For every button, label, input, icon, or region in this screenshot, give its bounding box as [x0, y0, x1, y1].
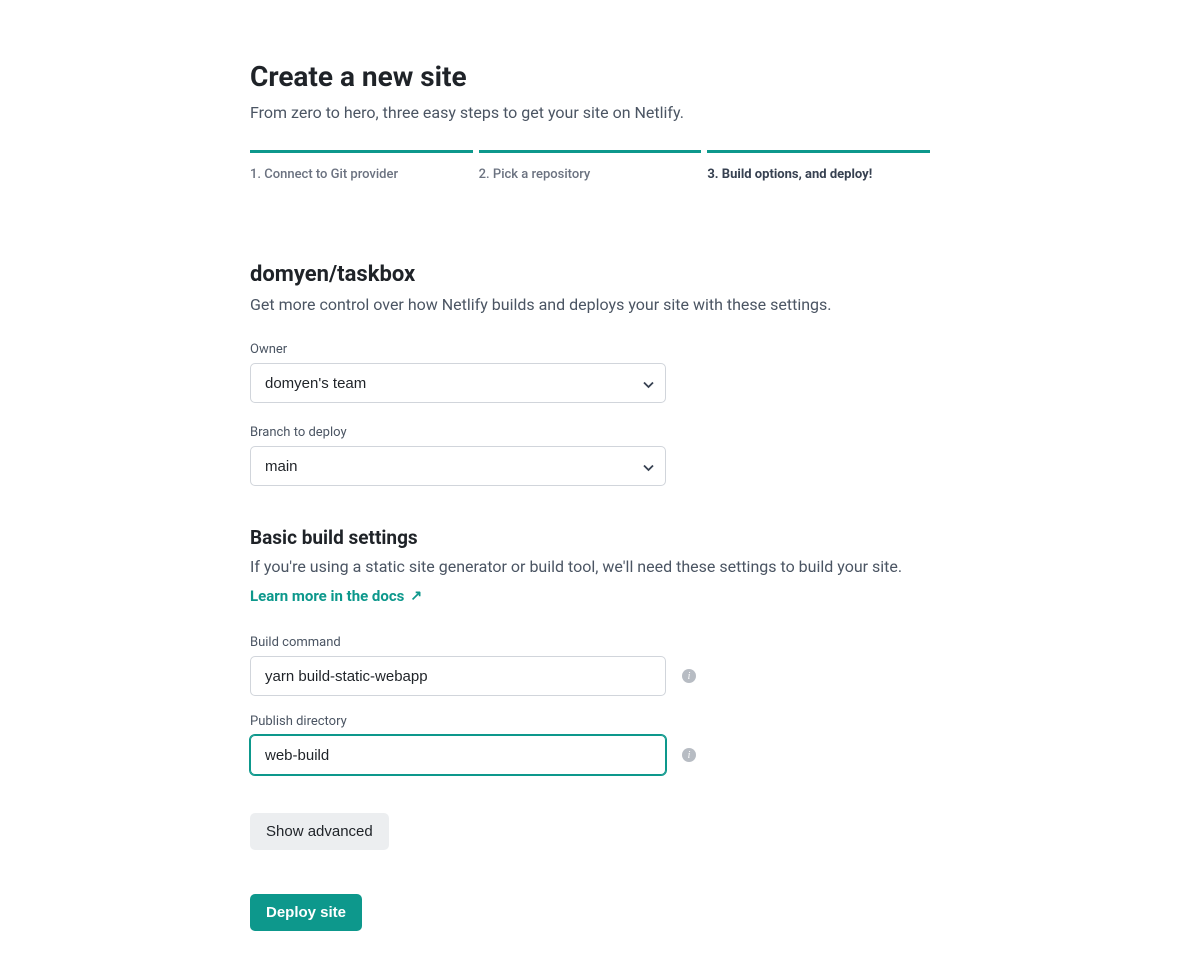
- owner-label: Owner: [250, 342, 930, 357]
- build-settings-title: Basic build settings: [250, 526, 930, 549]
- build-command-input[interactable]: [250, 656, 666, 696]
- step-connect-git[interactable]: 1. Connect to Git provider: [250, 150, 473, 182]
- repo-name: domyen/taskbox: [250, 262, 930, 287]
- step-pick-repo[interactable]: 2. Pick a repository: [479, 150, 702, 182]
- owner-select[interactable]: domyen's team: [250, 363, 666, 403]
- info-icon[interactable]: i: [682, 748, 696, 762]
- build-settings-description: If you're using a static site generator …: [250, 557, 930, 576]
- publish-directory-label: Publish directory: [250, 714, 930, 729]
- publish-directory-input[interactable]: [250, 735, 666, 775]
- external-link-icon: ↗: [410, 588, 422, 604]
- build-command-label: Build command: [250, 635, 930, 650]
- page-subtitle: From zero to hero, three easy steps to g…: [250, 103, 930, 122]
- deploy-site-button[interactable]: Deploy site: [250, 894, 362, 931]
- info-icon[interactable]: i: [682, 669, 696, 683]
- steps-progress: 1. Connect to Git provider 2. Pick a rep…: [250, 150, 930, 182]
- repo-description: Get more control over how Netlify builds…: [250, 295, 930, 314]
- docs-link[interactable]: Learn more in the docs ↗: [250, 587, 422, 605]
- branch-select[interactable]: main: [250, 446, 666, 486]
- step-label: 2. Pick a repository: [479, 167, 591, 182]
- step-label: 3. Build options, and deploy!: [707, 167, 872, 182]
- step-build-deploy[interactable]: 3. Build options, and deploy!: [707, 150, 930, 182]
- step-label: 1. Connect to Git provider: [250, 167, 398, 182]
- branch-label: Branch to deploy: [250, 425, 930, 440]
- docs-link-text: Learn more in the docs: [250, 587, 404, 605]
- page-title: Create a new site: [250, 60, 930, 93]
- show-advanced-button[interactable]: Show advanced: [250, 813, 389, 850]
